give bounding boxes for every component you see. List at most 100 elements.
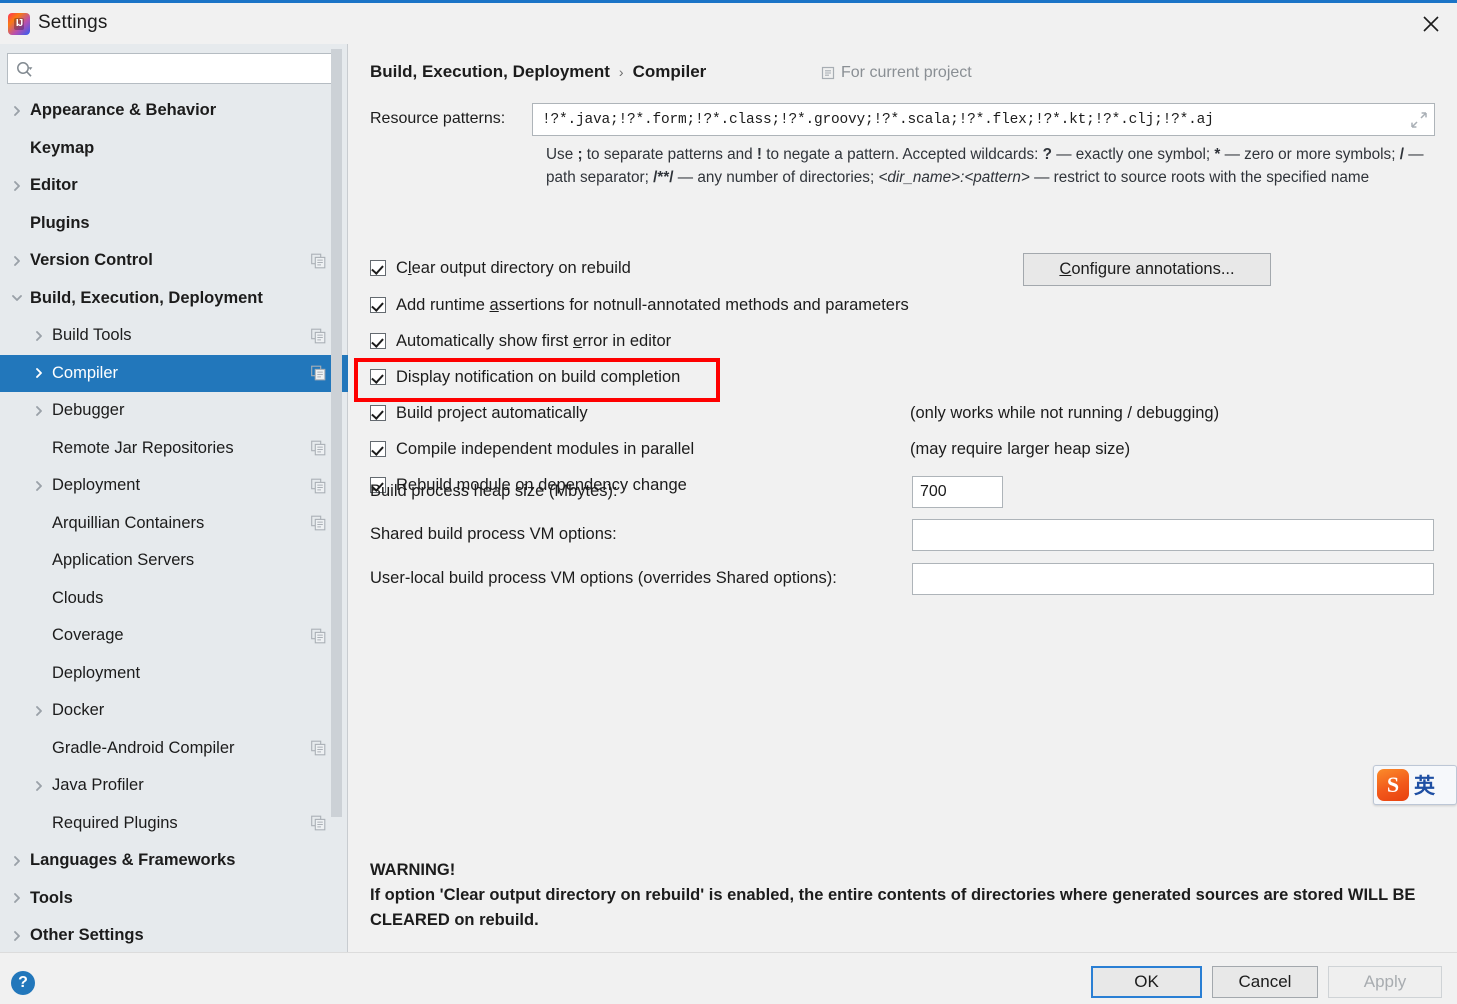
hint-token: to separate patterns and bbox=[582, 146, 757, 163]
checkbox-row-build-project-automatically[interactable]: Build project automatically bbox=[370, 401, 588, 425]
checkbox-row-compile-independent-modules-in-parallel[interactable]: Compile independent modules in parallel bbox=[370, 437, 694, 461]
chevron-right-icon[interactable] bbox=[8, 889, 26, 907]
chevron-right-icon[interactable] bbox=[8, 177, 26, 195]
chevron-right-icon[interactable] bbox=[8, 852, 26, 870]
checkbox-row-clear-output-directory-on-rebuild[interactable]: Clear output directory on rebuild bbox=[370, 256, 631, 280]
sidebar-item-appearance-behavior[interactable]: Appearance & Behavior bbox=[0, 92, 348, 130]
project-settings-copy-icon bbox=[311, 515, 326, 531]
sidebar-item-deployment[interactable]: Deployment bbox=[0, 467, 348, 505]
window-title: Settings bbox=[38, 12, 108, 33]
checkbox-automatically-show-first-error-in-editor[interactable] bbox=[370, 333, 386, 349]
checkbox-label: Automatically show first error in editor bbox=[396, 331, 672, 350]
search-icon bbox=[16, 61, 34, 78]
checkbox-row-display-notification-on-build-completion[interactable]: Display notification on build completion bbox=[370, 365, 680, 389]
sidebar-item-label: Required Plugins bbox=[52, 813, 178, 832]
sidebar-item-languages-frameworks[interactable]: Languages & Frameworks bbox=[0, 842, 348, 880]
project-settings-copy-icon bbox=[311, 253, 326, 269]
sidebar-item-label: Gradle-Android Compiler bbox=[52, 738, 235, 757]
sidebar-item-clouds[interactable]: Clouds bbox=[0, 580, 348, 618]
resource-patterns-hint: Use ; to separate patterns and ! to nega… bbox=[546, 143, 1436, 190]
breadcrumb-parent[interactable]: Build, Execution, Deployment bbox=[370, 62, 610, 82]
sogou-logo-icon: S bbox=[1377, 769, 1409, 801]
project-settings-copy-icon bbox=[311, 440, 326, 456]
sidebar-item-editor[interactable]: Editor bbox=[0, 167, 348, 205]
breadcrumb: Build, Execution, Deployment › Compiler bbox=[370, 62, 706, 82]
sidebar-item-remote-jar-repositories[interactable]: Remote Jar Repositories bbox=[0, 430, 348, 468]
sidebar-item-label: Application Servers bbox=[52, 551, 195, 570]
dialog-footer: ? OK Cancel Apply bbox=[0, 952, 1457, 1004]
field-label-user-local-build-process-vm-options-overrides-shared-options: User-local build process VM options (ove… bbox=[370, 569, 837, 587]
sidebar-item-tools[interactable]: Tools bbox=[0, 880, 348, 918]
sidebar-item-label: Keymap bbox=[30, 138, 95, 157]
field-input-shared-build-process-vm-options[interactable] bbox=[912, 519, 1434, 551]
sidebar-item-plugins[interactable]: Plugins bbox=[0, 205, 348, 243]
sidebar-item-java-profiler[interactable]: Java Profiler bbox=[0, 767, 348, 805]
resource-patterns-label: Resource patterns: bbox=[370, 110, 506, 127]
chevron-right-icon[interactable] bbox=[30, 777, 48, 795]
search-box[interactable] bbox=[7, 53, 339, 84]
expand-icon[interactable] bbox=[1408, 109, 1430, 131]
resource-patterns-field[interactable] bbox=[532, 103, 1435, 136]
chevron-right-icon[interactable] bbox=[30, 477, 48, 495]
sidebar-item-docker[interactable]: Docker bbox=[0, 692, 348, 730]
chevron-right-icon[interactable] bbox=[30, 402, 48, 420]
sidebar-item-required-plugins[interactable]: Required Plugins bbox=[0, 805, 348, 843]
sidebar-item-label: Debugger bbox=[52, 401, 125, 420]
project-settings-copy-icon bbox=[311, 740, 326, 756]
warning-body: If option 'Clear output directory on reb… bbox=[370, 886, 1416, 930]
chevron-right-icon[interactable] bbox=[30, 364, 48, 382]
sogou-ime-toolbar[interactable]: S 英 bbox=[1373, 765, 1457, 805]
hint-token-bold: /**/ bbox=[653, 169, 674, 187]
ok-button[interactable]: OK bbox=[1091, 966, 1202, 998]
close-icon[interactable] bbox=[1405, 3, 1457, 44]
project-settings-copy-icon bbox=[311, 628, 326, 644]
chevron-down-icon[interactable] bbox=[8, 289, 26, 307]
chevron-right-icon[interactable] bbox=[8, 252, 26, 270]
sidebar-item-other-settings[interactable]: Other Settings bbox=[0, 917, 348, 952]
sidebar-item-build-tools[interactable]: Build Tools bbox=[0, 317, 348, 355]
chevron-right-icon[interactable] bbox=[8, 102, 26, 120]
project-scope-label: For current project bbox=[841, 64, 972, 81]
sidebar-scrollbar-thumb[interactable] bbox=[331, 49, 342, 817]
sidebar-scrollbar[interactable] bbox=[331, 49, 342, 877]
sidebar-item-build-execution-deployment[interactable]: Build, Execution, Deployment bbox=[0, 280, 348, 318]
checkbox-row-add-runtime-assertions-for-notnull-annotated-methods-and-parameters[interactable]: Add runtime assertions for notnull-annot… bbox=[370, 293, 909, 317]
intellij-idea-logo-icon: IJ bbox=[8, 13, 30, 35]
checkbox-compile-independent-modules-in-parallel[interactable] bbox=[370, 441, 386, 457]
resource-patterns-input[interactable] bbox=[540, 104, 1385, 135]
checkbox-row-automatically-show-first-error-in-editor[interactable]: Automatically show first error in editor bbox=[370, 329, 671, 353]
sidebar-item-debugger[interactable]: Debugger bbox=[0, 392, 348, 430]
sidebar-item-label: Build Tools bbox=[52, 326, 132, 345]
sidebar-item-label: Other Settings bbox=[30, 926, 144, 945]
sidebar-item-version-control[interactable]: Version Control bbox=[0, 242, 348, 280]
sidebar-item-arquillian-containers[interactable]: Arquillian Containers bbox=[0, 505, 348, 543]
chevron-right-icon[interactable] bbox=[30, 702, 48, 720]
configure-annotations-button[interactable]: Configure annotations... bbox=[1023, 253, 1271, 286]
sidebar-item-deployment[interactable]: Deployment bbox=[0, 655, 348, 693]
cancel-button[interactable]: Cancel bbox=[1212, 966, 1318, 998]
field-input-build-process-heap-size-mbytes[interactable] bbox=[912, 476, 1003, 508]
field-input-user-local-build-process-vm-options-overrides-shared-options[interactable] bbox=[912, 563, 1434, 595]
checkbox-add-runtime-assertions-for-notnull-annotated-methods-and-parameters[interactable] bbox=[370, 297, 386, 313]
sidebar-item-keymap[interactable]: Keymap bbox=[0, 130, 348, 168]
checkbox-label: Compile independent modules in parallel bbox=[396, 439, 695, 458]
sidebar-item-gradle-android-compiler[interactable]: Gradle-Android Compiler bbox=[0, 730, 348, 768]
settings-tree[interactable]: Appearance & Behavior Keymap Editor Plugins… bbox=[0, 92, 348, 952]
chevron-right-icon[interactable] bbox=[30, 327, 48, 345]
help-icon[interactable]: ? bbox=[11, 971, 35, 995]
sidebar-item-application-servers[interactable]: Application Servers bbox=[0, 542, 348, 580]
checkbox-clear-output-directory-on-rebuild[interactable] bbox=[370, 260, 386, 276]
project-settings-copy-icon bbox=[311, 478, 326, 494]
chevron-right-icon[interactable] bbox=[8, 927, 26, 945]
checkbox-label: Display notification on build completion bbox=[396, 367, 681, 386]
checkbox-build-project-automatically[interactable] bbox=[370, 405, 386, 421]
checkbox-display-notification-on-build-completion[interactable] bbox=[370, 369, 386, 385]
search-input[interactable] bbox=[42, 54, 332, 83]
warning-text: WARNING! If option 'Clear output directo… bbox=[370, 858, 1440, 933]
sidebar-item-compiler[interactable]: Compiler bbox=[0, 354, 348, 392]
hint-token: — restrict to source roots with the spec… bbox=[1029, 169, 1370, 187]
ime-mode-label[interactable]: 英 bbox=[1414, 770, 1435, 800]
apply-button[interactable]: Apply bbox=[1328, 966, 1442, 998]
warning-heading: WARNING! bbox=[370, 861, 456, 879]
sidebar-item-coverage[interactable]: Coverage bbox=[0, 617, 348, 655]
